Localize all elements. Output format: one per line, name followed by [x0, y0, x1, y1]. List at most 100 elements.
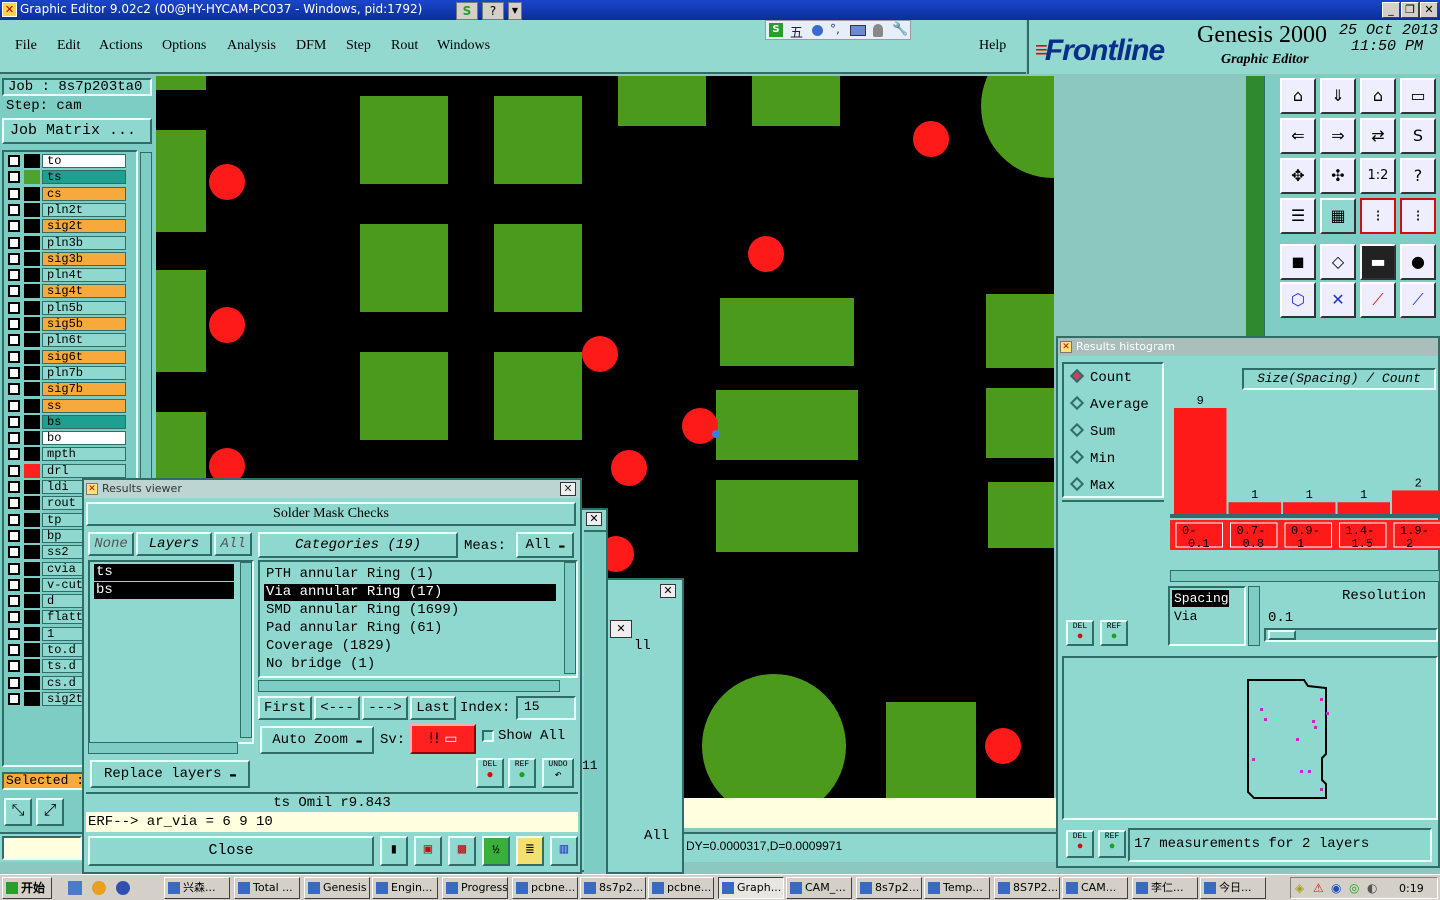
list-item[interactable]: bs	[94, 582, 234, 599]
snap-icon[interactable]: ⁝	[1360, 198, 1396, 234]
layer-color-swatch[interactable]	[24, 350, 40, 364]
layer-color-swatch[interactable]	[24, 382, 40, 396]
layer-checkbox[interactable]	[8, 497, 20, 509]
layer-name[interactable]: cs	[42, 187, 126, 201]
punct-icon[interactable]: °,	[830, 22, 840, 36]
category-item[interactable]: No bridge (1)	[264, 656, 556, 673]
layer-name[interactable]: ss	[42, 399, 126, 413]
sv-severity-menu[interactable]: !! ▭	[410, 724, 476, 754]
layer-color-swatch[interactable]	[24, 676, 40, 690]
via[interactable]	[913, 121, 949, 157]
layer-row[interactable]: to	[6, 154, 126, 168]
layer-checkbox[interactable]	[8, 367, 20, 379]
measure-scrollbar[interactable]	[1248, 586, 1260, 646]
via[interactable]	[209, 307, 245, 343]
line2-icon[interactable]: ⟋	[1400, 282, 1436, 318]
none-button[interactable]: None	[88, 532, 134, 556]
layer-checkbox[interactable]	[8, 171, 20, 183]
layer-list-hscroll[interactable]	[88, 742, 238, 754]
layer-checkbox[interactable]	[8, 465, 20, 477]
layer-name[interactable]: pln2t	[42, 203, 126, 217]
layer-checkbox[interactable]	[8, 432, 20, 444]
replace-layers-menu[interactable]: Replace layers ▬	[90, 760, 250, 788]
layer-checkbox[interactable]	[8, 628, 20, 640]
layer-checkbox[interactable]	[8, 188, 20, 200]
layer-color-swatch[interactable]	[24, 399, 40, 413]
menu-file[interactable]: File	[15, 38, 37, 54]
taskbar-button[interactable]: pcbne...	[512, 877, 578, 899]
layer-checkbox[interactable]	[8, 579, 20, 591]
delete-grid-icon[interactable]: ▩	[448, 836, 476, 866]
preview-ref-button[interactable]: REF ●	[1098, 830, 1126, 858]
keyboard-icon[interactable]	[850, 25, 866, 36]
wrench-icon[interactable]: 🔧	[892, 22, 908, 37]
house-icon[interactable]: ⌂	[1360, 78, 1396, 114]
resolution-slider[interactable]	[1264, 628, 1438, 642]
via-item[interactable]: Via	[1172, 608, 1197, 625]
category-item[interactable]: Pad annular Ring (61)	[264, 620, 556, 637]
layer-name[interactable]: bs	[42, 415, 126, 429]
layer-row[interactable]: pln4t	[6, 268, 126, 282]
close-icon[interactable]: ✕	[586, 512, 602, 526]
histogram-icon[interactable]: ▥	[550, 836, 578, 866]
zoom-out-icon[interactable]: ✣	[1320, 158, 1356, 194]
histogram-bar[interactable]	[1174, 408, 1227, 514]
close-icon[interactable]: ✕	[560, 482, 576, 496]
layer-checkbox[interactable]	[8, 416, 20, 428]
layer-color-swatch[interactable]	[24, 562, 40, 576]
layer-name[interactable]: sig3b	[42, 252, 126, 266]
mode-sum-radio[interactable]: Sum	[1069, 422, 1115, 440]
layer-row[interactable]: sig2t	[6, 219, 126, 233]
del-button[interactable]: DEL ●	[476, 758, 504, 788]
pan-down-icon[interactable]: ⇓	[1320, 78, 1356, 114]
layer-row[interactable]: cs	[6, 187, 126, 201]
layer-color-swatch[interactable]	[24, 187, 40, 201]
close-button[interactable]: Close	[88, 836, 374, 866]
layer-row[interactable]: sig7b	[6, 382, 126, 396]
layer-color-swatch[interactable]	[24, 480, 40, 494]
layer-checkbox[interactable]	[8, 302, 20, 314]
mode-max-radio[interactable]: Max	[1069, 476, 1115, 494]
layer-checkbox[interactable]	[8, 204, 20, 216]
layer-color-swatch[interactable]	[24, 333, 40, 347]
layer-row[interactable]: drl	[6, 464, 126, 478]
via[interactable]	[748, 236, 784, 272]
layer-name[interactable]: pln4t	[42, 268, 126, 282]
layer-color-swatch[interactable]	[24, 268, 40, 282]
menu-step[interactable]: Step	[346, 38, 371, 54]
layer-checkbox[interactable]	[8, 693, 20, 705]
layer-name[interactable]: mpth	[42, 447, 126, 461]
layer-list-scrollbar[interactable]	[240, 562, 252, 738]
layer-checkbox[interactable]	[8, 318, 20, 330]
layer-name[interactable]: pln3b	[42, 236, 126, 250]
layer-checkbox[interactable]	[8, 237, 20, 249]
menu-actions[interactable]: Actions	[99, 38, 143, 54]
layer-checkbox[interactable]	[8, 400, 20, 412]
taskbar-button[interactable]: Temp...	[924, 877, 990, 899]
layer-name[interactable]: pln5b	[42, 301, 126, 315]
via[interactable]	[611, 450, 647, 486]
histogram-bar[interactable]	[1392, 490, 1440, 514]
window-icon[interactable]: ▭	[1400, 78, 1436, 114]
layer-color-swatch[interactable]	[24, 203, 40, 217]
layer-color-swatch[interactable]	[24, 659, 40, 673]
menu-help[interactable]: Help	[979, 38, 1006, 54]
layer-checkbox[interactable]	[8, 481, 20, 493]
connect-icon[interactable]: ⬡	[1280, 282, 1316, 318]
grid-icon[interactable]: ▦	[1320, 198, 1356, 234]
categories-list[interactable]: PTH annular Ring (1) Via annular Ring (1…	[258, 560, 578, 678]
taskbar-button[interactable]: CAM...	[1062, 877, 1128, 899]
layer-row[interactable]: pln6t	[6, 333, 126, 347]
clock[interactable]: 0:19	[1399, 882, 1424, 895]
layer-name[interactable]: bo	[42, 431, 126, 445]
next-button[interactable]: --->	[362, 696, 408, 720]
layer-checkbox[interactable]	[8, 563, 20, 575]
taskbar-button[interactable]: Total ...	[234, 877, 300, 899]
restore-button[interactable]: ❐	[1401, 2, 1419, 18]
layer-color-swatch[interactable]	[24, 496, 40, 510]
menu-options[interactable]: Options	[162, 38, 206, 54]
category-item[interactable]: SMD annular Ring (1699)	[264, 602, 556, 619]
quicklaunch-clock-icon[interactable]	[92, 881, 106, 895]
menu-edit[interactable]: Edit	[57, 38, 80, 54]
measure-list[interactable]: Spacing Via	[1168, 586, 1246, 646]
